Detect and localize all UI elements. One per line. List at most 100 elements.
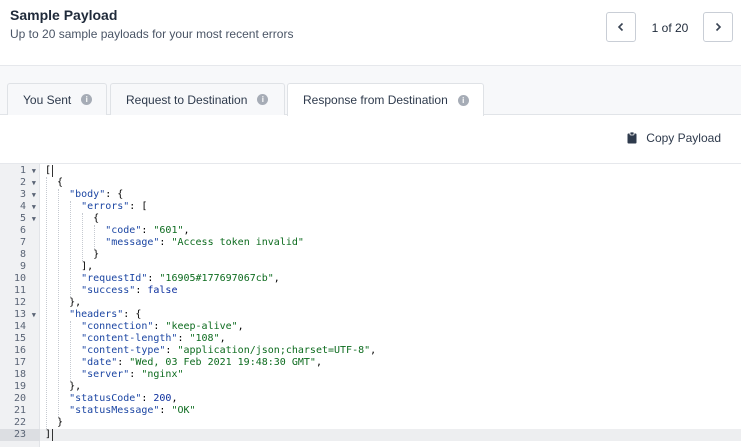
line-number-text: 4 [19,201,26,212]
line-number: 21 [0,405,40,417]
line-number-text: 18 [13,369,26,380]
line-number: 6 [0,225,40,237]
code-line: "message": "Access token invalid" [105,237,304,248]
code-line: } [45,417,64,428]
tab-label: Request to Destination [126,92,248,107]
tab-label: Response from Destination [303,93,448,107]
chevron-left-icon [617,22,624,32]
text-cursor [52,429,54,441]
line-number: 13 ▼ [0,309,40,321]
line-number-text: 14 [13,321,26,332]
code-line: }, [45,297,82,308]
clipboard-icon [627,132,637,144]
line-number-text: 3 [19,189,26,200]
fold-toggle-icon[interactable]: ▼ [32,309,36,321]
json-code-editor[interactable]: 1 ▼ 2 ▼ 3 ▼ 4 ▼ 5 ▼ 6 7 8 9 10 11 12 13 ▼ 14 15 16 17 18 19 20 21 2… [0,164,741,447]
line-number: 9 [0,261,40,273]
code-line: "server": "nginx" [81,369,184,380]
line-number: 5 ▼ [0,213,40,225]
line-number-text: 21 [13,405,26,416]
line-number: 10 [0,273,40,285]
fold-toggle-icon[interactable]: ▼ [32,177,36,189]
line-number-text: 11 [13,285,26,296]
line-number-text: 8 [19,249,26,260]
line-number: 12 [0,297,40,309]
code-line: "body": { [69,189,124,200]
code-line: "statusCode": 200, [69,393,178,404]
line-number-text: 1 [19,165,26,176]
code-line: "statusMessage": "OK" [69,405,196,416]
line-number: 23 [0,429,40,441]
payload-header: Sample Payload Up to 20 sample payloads … [0,0,741,66]
line-number: 20 [0,393,40,405]
previous-payload-button[interactable] [606,12,636,42]
line-number: 1 ▼ [0,165,40,177]
line-number-text: 16 [13,345,26,356]
indent-guide [70,321,72,381]
line-number-gutter: 1 ▼ 2 ▼ 3 ▼ 4 ▼ 5 ▼ 6 7 8 9 10 11 12 13 ▼ 14 15 16 17 18 19 20 21 2… [0,164,40,447]
code-line: }, [45,381,82,392]
line-number-text: 19 [13,381,26,392]
code-line: "headers": { [69,309,142,320]
code-line: ], [45,261,94,272]
line-number-text: 20 [13,393,26,404]
chevron-right-icon [715,22,722,32]
line-number: 3 ▼ [0,189,40,201]
code-line: "connection": "keep-alive", [81,321,244,332]
line-number: 15 [0,333,40,345]
line-number-text: 17 [13,357,26,368]
info-icon[interactable]: i [457,94,469,106]
line-number: 22 [0,417,40,429]
line-number: 18 [0,369,40,381]
line-number: 2 ▼ [0,177,40,189]
next-payload-button[interactable] [703,12,733,42]
fold-toggle-icon[interactable]: ▼ [32,213,36,225]
copy-payload-button[interactable]: Copy Payload [627,131,721,145]
line-number: 8 [0,249,40,261]
line-number: 4 ▼ [0,201,40,213]
page-title: Sample Payload [10,7,118,23]
code-line: "code": "601", [105,225,190,236]
fold-toggle-icon[interactable]: ▼ [32,189,36,201]
line-number: 11 [0,285,40,297]
line-number: 17 [0,357,40,369]
bracket-match-marker [52,165,54,177]
code-line: { [45,177,64,188]
code-line: [ [45,165,52,176]
code-line: "content-type": "application/json;charse… [81,345,377,356]
code-line: "date": "Wed, 03 Feb 2021 19:48:30 GMT", [81,357,322,368]
fold-toggle-icon[interactable]: ▼ [32,201,36,213]
tab-request-to-destination[interactable]: Request to Destination i [110,83,285,115]
line-number-text: 13 [13,309,26,320]
indent-guide [94,225,96,249]
code-line: "errors": [ [81,201,148,212]
code-area[interactable]: [ { "body": { "errors": [ { "code": "601… [40,164,741,447]
indent-guide [70,201,72,297]
line-number-text: 9 [19,261,26,272]
editor-toolbar: Copy Payload [0,115,741,164]
fold-toggle-icon[interactable]: ▼ [32,165,36,177]
line-number-text: 6 [19,225,26,236]
tab-response-from-destination[interactable]: Response from Destination i [287,83,484,116]
code-line: ] [40,429,741,441]
line-number: 16 [0,345,40,357]
line-number-text: 2 [19,177,26,188]
info-icon[interactable]: i [257,94,269,105]
code-line: "success": false [81,285,178,296]
info-icon[interactable]: i [81,94,93,105]
indent-guide [46,177,47,429]
code-line: { [45,213,100,224]
payload-tabs: You Sent i Request to Destination i Resp… [0,66,741,116]
line-number-text: 22 [13,417,26,428]
line-number-text: 10 [13,273,26,284]
code-line: } [45,249,100,260]
indent-guide [58,189,60,417]
pager-count: 1 of 20 [651,21,689,35]
tab-label: You Sent [23,92,72,107]
indent-guide [82,213,84,261]
code-line: "requestId": "16905#177697067cb", [81,273,280,284]
line-number-text: 23 [13,429,26,440]
line-number-text: 15 [13,333,26,344]
line-number-text: 7 [19,237,26,248]
tab-you-sent[interactable]: You Sent i [7,83,107,115]
